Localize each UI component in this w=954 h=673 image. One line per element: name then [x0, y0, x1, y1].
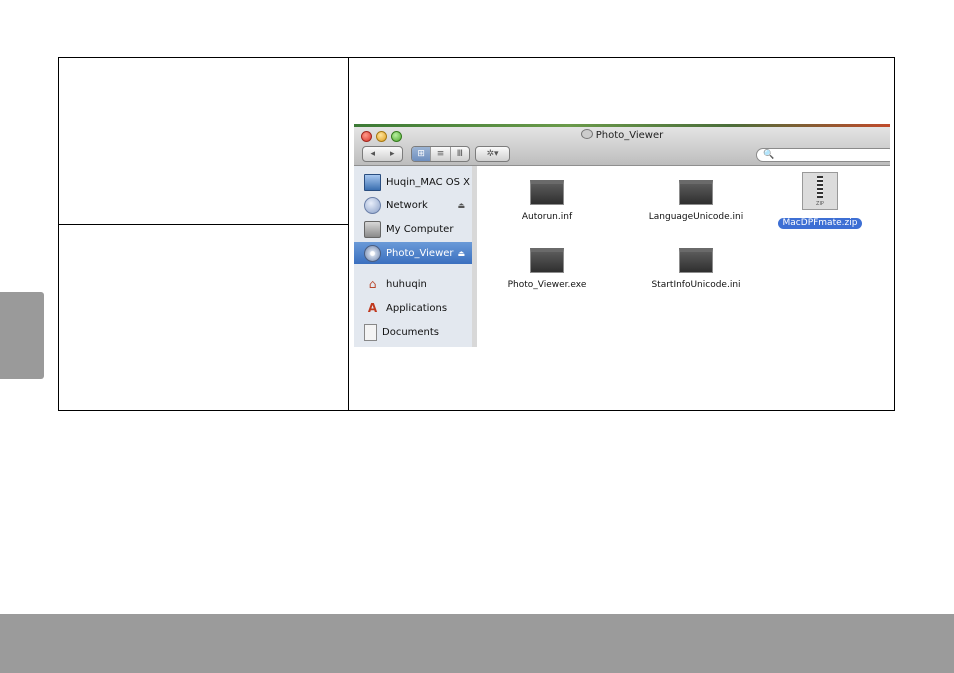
search-icon: 🔍 [763, 150, 775, 160]
file-item-languageunicode-ini[interactable]: LanguageUnicode.ini [636, 180, 756, 223]
sidebar-item-label: Applications [386, 302, 448, 314]
forward-button[interactable]: ▸ [383, 149, 403, 159]
sidebar-item-documents[interactable]: Documents [354, 321, 472, 343]
column-view-button[interactable]: Ⅲ [449, 147, 469, 161]
file-name: StartInfoUnicode.ini [651, 280, 741, 290]
file-item-autorun-inf[interactable]: Autorun.inf [487, 180, 607, 223]
sidebar-item-applications[interactable]: A Applications [354, 297, 472, 319]
file-name: Photo_Viewer.exe [507, 280, 587, 290]
sidebar-item-photo-viewer[interactable]: Photo_Viewer ⏏ [354, 242, 472, 264]
file-item-startinfounicode-ini[interactable]: StartInfoUnicode.ini [636, 248, 756, 291]
zip-badge: ZIP [816, 201, 824, 207]
sidebar-item-network[interactable]: Network ⏏ [354, 194, 472, 216]
finder-toolbar: Photo_Viewer ◂ ▸ ⊞ ≡ Ⅲ ✲▾ 🔍 [354, 127, 890, 166]
sidebar-item-label: Photo_Viewer [386, 247, 454, 259]
window-title-text: Photo_Viewer [595, 130, 664, 141]
eject-icon[interactable]: ⏏ [457, 201, 465, 210]
sidebar-item-my-computer[interactable]: My Computer [354, 218, 472, 240]
applications-icon: A [367, 301, 378, 315]
table-row-divider [59, 224, 348, 225]
sidebar-item-label: My Computer [386, 223, 454, 235]
sidebar-item-label: Documents [382, 326, 440, 338]
sidebar-item-label: huhuqin [386, 278, 427, 290]
file-icon [530, 248, 564, 273]
file-name: LanguageUnicode.ini [648, 212, 744, 222]
sidebar-item-huqin-mac-os-x[interactable]: Huqin_MAC OS X [354, 171, 472, 193]
sidebar-item-huhuqin[interactable]: ⌂ huhuqin [354, 273, 472, 295]
eject-icon[interactable]: ⏏ [457, 249, 465, 258]
disc-icon [364, 244, 381, 262]
documents-icon [364, 323, 377, 341]
disc-icon [580, 129, 593, 139]
computer-icon [364, 220, 381, 238]
list-view-button[interactable]: ≡ [430, 147, 449, 161]
sidebar-item-label: Network [386, 199, 428, 211]
navigation-buttons: ◂ ▸ [362, 146, 403, 162]
file-name: Autorun.inf [521, 212, 573, 222]
finder-sidebar: Huqin_MAC OS X Network ⏏ My Computer Pho… [354, 166, 472, 347]
sidebar-item-label: Huqin_MAC OS X [386, 176, 471, 188]
icon-view-button[interactable]: ⊞ [412, 147, 431, 161]
file-item-macdpfmate-zip[interactable]: ZIP MacDPFmate.zip [760, 172, 880, 229]
gear-icon: ✲▾ [486, 149, 499, 159]
file-icon [679, 248, 713, 273]
chapter-side-tab [0, 292, 44, 379]
screen-icon [364, 173, 381, 191]
zip-icon: ZIP [802, 172, 838, 210]
back-button[interactable]: ◂ [363, 149, 383, 159]
file-name: MacDPFmate.zip [777, 218, 863, 229]
home-icon: ⌂ [368, 277, 377, 291]
globe-icon [364, 196, 381, 214]
search-input[interactable]: 🔍 [756, 148, 890, 162]
finder-window: Photo_Viewer ◂ ▸ ⊞ ≡ Ⅲ ✲▾ 🔍 Huqin_MAC OS… [354, 124, 890, 347]
table-column-divider [348, 58, 349, 410]
window-title: Photo_Viewer [354, 129, 890, 141]
file-item-photo-viewer-exe[interactable]: Photo_Viewer.exe [487, 248, 607, 291]
view-mode-buttons: ⊞ ≡ Ⅲ [411, 146, 470, 162]
footer-bar [0, 614, 954, 673]
file-icon [679, 180, 713, 205]
action-menu-button[interactable]: ✲▾ [475, 146, 510, 162]
file-icon [530, 180, 564, 205]
file-browser: Autorun.inf LanguageUnicode.ini ZIP MacD… [477, 166, 890, 347]
